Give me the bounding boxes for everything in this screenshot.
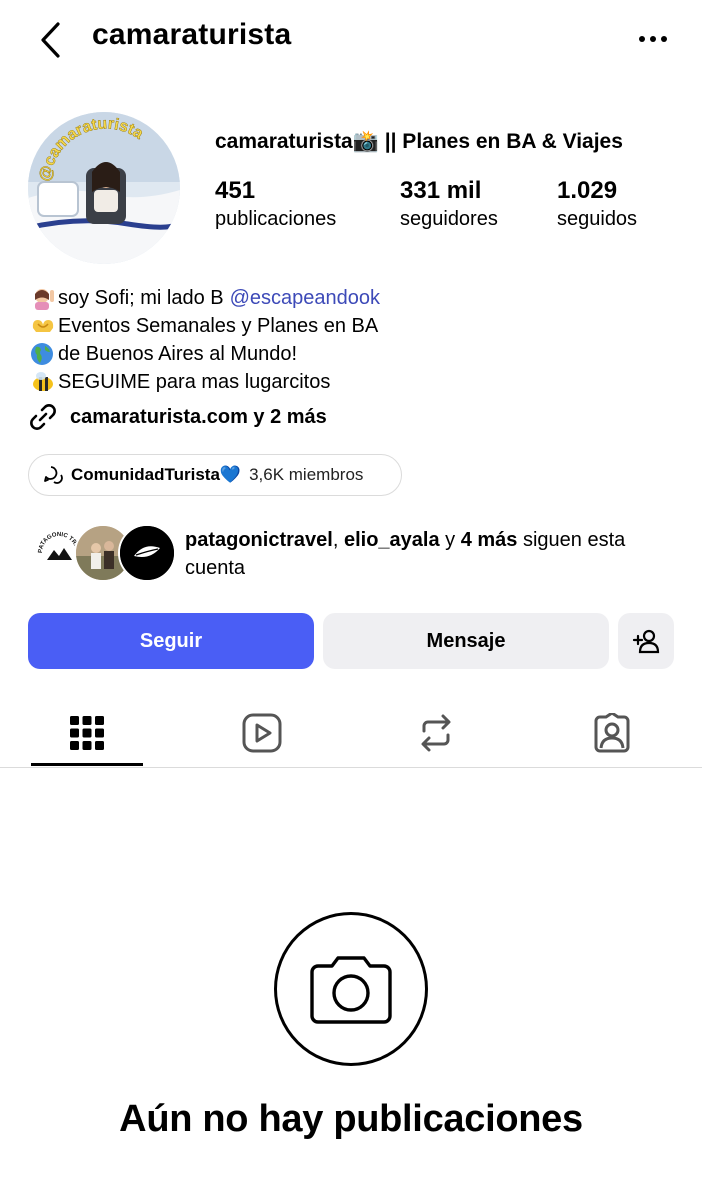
profile-display-name: camaraturista📸 || Planes en BA & Viajes <box>215 130 623 153</box>
stat-followers-value: 331 mil <box>400 177 482 204</box>
community-chip[interactable]: ComunidadTurista💙 3,6K miembros <box>28 454 402 496</box>
mutual-avatar-third <box>118 524 176 582</box>
tab-reels[interactable] <box>204 700 320 766</box>
bee-icon <box>30 370 56 394</box>
mutual-separator: , <box>332 529 344 551</box>
empty-state-title: Aún no hay publicaciones <box>119 1098 583 1140</box>
bio-line-4-text: SEGUIME para mas lugarcitos <box>58 371 331 393</box>
stat-following-label: seguidos <box>557 208 638 230</box>
mutual-and: y <box>439 529 461 551</box>
heart-hands-icon <box>30 314 56 338</box>
tab-reposts[interactable] <box>378 700 494 766</box>
chat-bubbles-icon <box>44 466 63 484</box>
grid-icon <box>70 716 104 750</box>
suggested-users-button[interactable] <box>618 613 674 669</box>
page-title: camaraturista <box>92 18 292 51</box>
mutual-more-count: 4 más <box>460 529 518 551</box>
mutual-followers[interactable]: PATAGONIC TRAVEL patagonictravel, elio_a <box>30 524 680 588</box>
active-tab-indicator <box>31 763 143 766</box>
tagged-icon <box>594 713 630 753</box>
stat-followers[interactable]: 331 mil seguidores <box>400 176 498 232</box>
more-options-button[interactable] <box>630 22 676 56</box>
more-horizontal-icon <box>639 36 667 42</box>
mutual-followers-text: patagonictravel, elio_ayala y 4 más sigu… <box>185 526 685 582</box>
message-button[interactable]: Mensaje <box>323 613 609 669</box>
reels-icon <box>242 713 282 753</box>
bio-line-3-text: de Buenos Aires al Mundo! <box>58 343 298 365</box>
bio-mention-link[interactable]: @escapeandook <box>230 284 380 312</box>
community-name: ComunidadTurista💙 <box>71 465 242 484</box>
bio-line-2-text: Eventos Semanales y Planes en BA <box>58 315 379 337</box>
mutual-avatars: PATAGONIC TRAVEL <box>30 524 176 584</box>
stat-following[interactable]: 1.029 seguidos <box>557 176 637 232</box>
stat-posts-value: 451 <box>215 177 256 204</box>
profile-links-text: camaraturista.com y 2 más <box>70 405 327 428</box>
top-bar: camaraturista <box>0 0 702 80</box>
add-user-icon <box>632 629 660 654</box>
profile-avatar[interactable]: @camaraturista <box>28 112 180 264</box>
link-icon <box>30 404 56 430</box>
chevron-left-icon <box>41 22 60 58</box>
tab-tagged[interactable] <box>554 700 670 766</box>
community-members: 3,6K miembros <box>249 465 364 484</box>
stat-posts-label: publicaciones <box>215 208 337 230</box>
reposts-icon <box>421 714 451 752</box>
stat-followers-label: seguidores <box>400 208 498 230</box>
tab-posts-grid[interactable] <box>29 700 145 766</box>
mutual-name-1: patagonictravel <box>185 529 333 551</box>
profile-bio: soy Sofi; mi lado B @escapeandook Evento… <box>30 284 380 396</box>
camera-circle <box>274 912 428 1066</box>
profile-links[interactable]: camaraturista.com y 2 más <box>28 402 327 432</box>
woman-raising-hand-icon <box>30 286 56 310</box>
bio-line-1: soy Sofi; mi lado B @escapeandook <box>30 284 380 312</box>
avatar-photo: @camaraturista <box>28 112 180 264</box>
stat-posts[interactable]: 451 publicaciones <box>215 176 336 232</box>
bio-line-3: de Buenos Aires al Mundo! <box>30 340 380 368</box>
bio-line-4: SEGUIME para mas lugarcitos <box>30 368 380 396</box>
bio-line-1-text: soy Sofi; mi lado B <box>58 287 224 309</box>
camera-icon <box>310 956 392 1024</box>
back-button[interactable] <box>30 20 70 60</box>
stat-following-value: 1.029 <box>557 177 618 204</box>
globe-americas-icon <box>30 342 56 366</box>
bio-line-2: Eventos Semanales y Planes en BA <box>30 312 380 340</box>
follow-button[interactable]: Seguir <box>28 613 314 669</box>
mutual-name-2: elio_ayala <box>343 529 440 551</box>
profile-tabs <box>0 700 702 768</box>
